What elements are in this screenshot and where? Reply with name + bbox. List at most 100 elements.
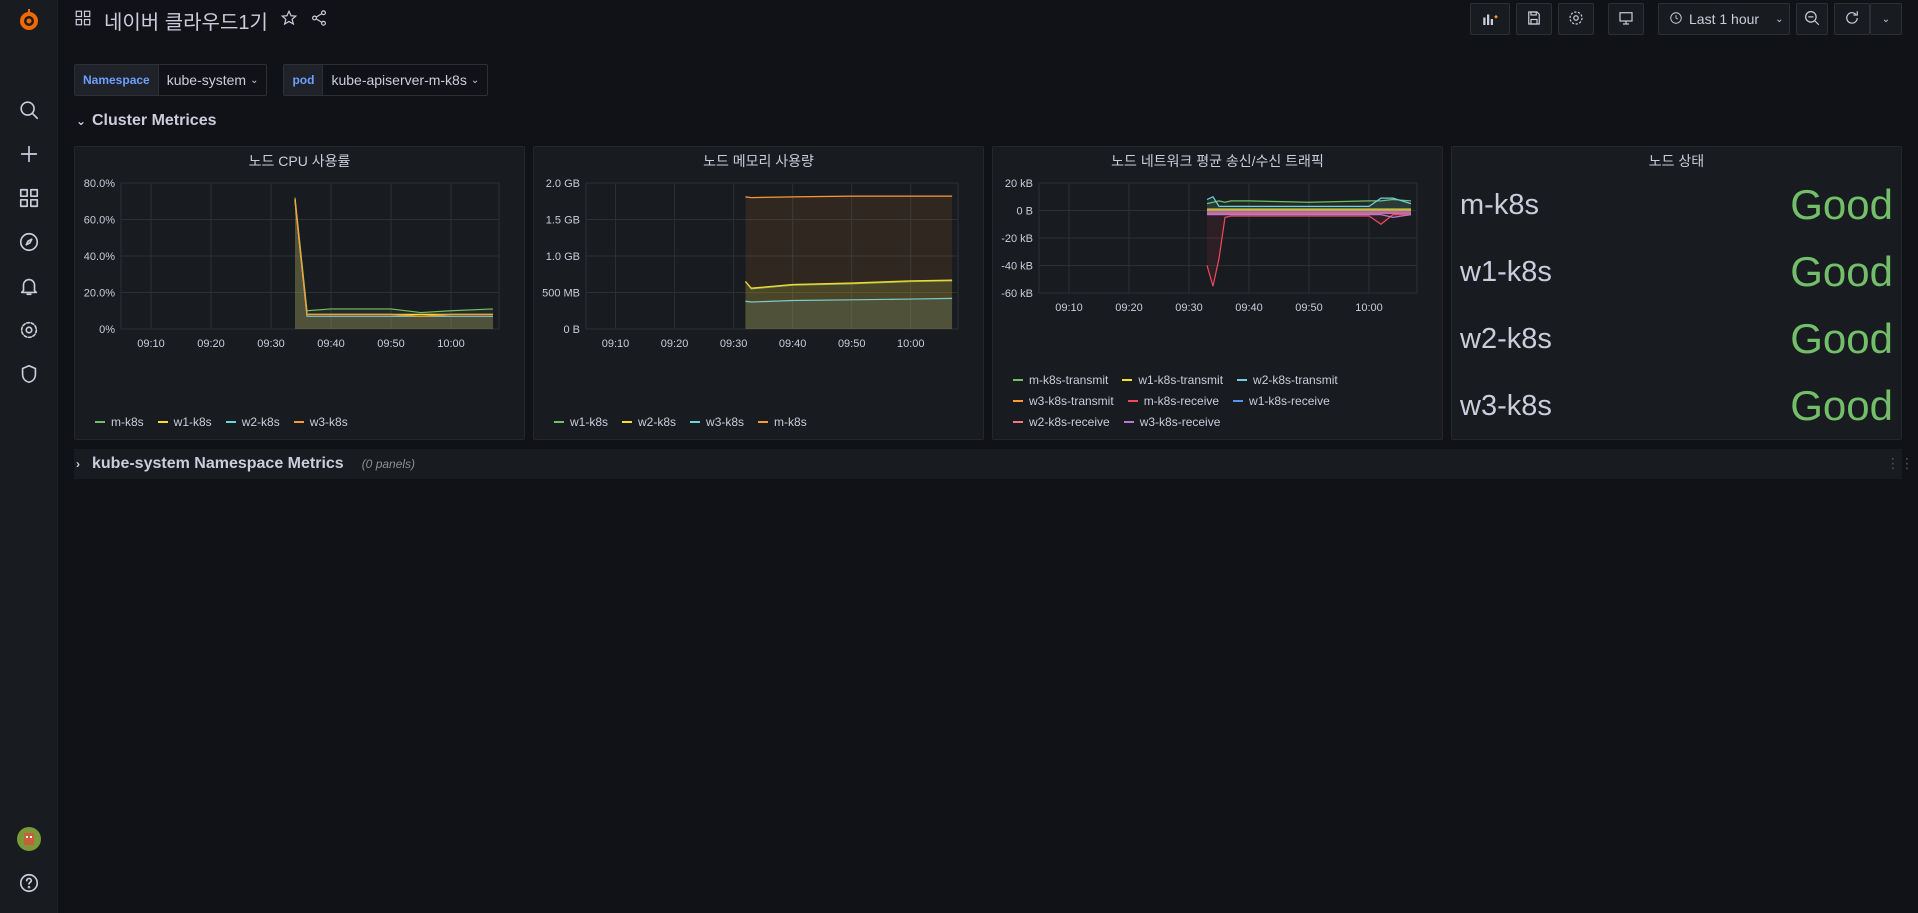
status-node-name: w3-k8s: [1460, 389, 1552, 422]
explore-compass-icon[interactable]: [17, 230, 41, 254]
legend-item[interactable]: w1-k8s-receive: [1233, 390, 1330, 411]
time-picker-button[interactable]: Last 1 hour ⌄: [1658, 3, 1790, 35]
dashboard-title[interactable]: 네이버 클라우드1기: [104, 6, 268, 35]
legend-label: m-k8s: [111, 414, 144, 429]
y-tick-label: 20 kB: [1005, 178, 1033, 190]
y-tick-label: 0 B: [563, 324, 580, 336]
panel-node-network[interactable]: 노드 네트워크 평균 송신/수신 트래픽 20 kB 0 B -20 kB -40 k…: [992, 146, 1443, 440]
configuration-gear-icon[interactable]: [17, 318, 41, 342]
grafana-logo-icon[interactable]: [17, 8, 41, 32]
share-icon[interactable]: [310, 9, 328, 32]
legend-swatch: [1123, 420, 1134, 423]
row-namespace-metrics[interactable]: › kube-system Namespace Metrics (0 panel…: [74, 449, 1914, 479]
row-title: kube-system Namespace Metrics: [92, 455, 344, 472]
search-icon[interactable]: [17, 98, 41, 122]
x-tick-label: 09:30: [1175, 302, 1203, 314]
legend-item[interactable]: w3-k8s: [690, 411, 744, 432]
legend-item[interactable]: w1-k8s-transmit: [1122, 369, 1223, 390]
refresh-button[interactable]: [1834, 3, 1870, 35]
legend-item[interactable]: w1-k8s: [554, 411, 608, 432]
legend-item[interactable]: w2-k8s-transmit: [1237, 369, 1338, 390]
dashboards-icon[interactable]: [17, 186, 41, 210]
status-value: Good: [1790, 315, 1893, 362]
x-tick-label: 09:20: [197, 338, 225, 350]
series-line: [294, 199, 493, 315]
legend-item[interactable]: w2-k8s-receive: [1013, 411, 1110, 432]
alerting-bell-icon[interactable]: [17, 274, 41, 298]
legend-label: w1-k8s-receive: [1249, 393, 1330, 408]
help-icon[interactable]: [17, 871, 41, 895]
create-plus-icon[interactable]: [17, 142, 41, 166]
chevron-down-icon: ⌄: [250, 74, 259, 86]
legend-item[interactable]: w3-k8s: [293, 411, 348, 432]
status-row-w3-k8s: w3-k8s Good: [1460, 376, 1893, 436]
panel-node-memory[interactable]: 노드 메모리 사용량 2.0 GB 1.5 GB 1.0 GB 500 MB 0 B 09…: [533, 146, 984, 440]
row-cluster-metrics[interactable]: ⌄ Cluster Metrices: [76, 112, 217, 130]
zoom-out-button[interactable]: [1796, 3, 1828, 35]
row-title-wrap[interactable]: › kube-system Namespace Metrics (0 panel…: [76, 455, 415, 473]
legend-swatch: [1013, 399, 1023, 402]
panel-node-cpu[interactable]: 노드 CPU 사용률 80.0% 60.0% 40.0% 20.0% 0% 09:10 09…: [74, 146, 525, 440]
pod-select[interactable]: kube-apiserver-m-k8s ⌄: [323, 64, 489, 96]
network-chart: 20 kB 0 B -20 kB -40 kB -60 kB 09:10 09:20 09:3…: [1001, 178, 1418, 314]
status-node-name: m-k8s: [1460, 188, 1539, 221]
legend-item[interactable]: m-k8s: [95, 411, 144, 432]
status-node-name: w1-k8s: [1460, 255, 1552, 288]
y-tick-label: 80.0%: [84, 178, 115, 190]
panel-node-status[interactable]: 노드 상태 m-k8s Good w1-k8s Good w2-k8s Good…: [1451, 146, 1902, 440]
x-tick-label: 09:10: [602, 338, 630, 350]
row-title: Cluster Metrices: [92, 112, 217, 129]
legend-swatch: [758, 420, 769, 423]
legend-item[interactable]: m-k8s-receive: [1127, 390, 1220, 411]
user-avatar[interactable]: [17, 827, 41, 851]
chevron-right-icon: ›: [76, 457, 80, 471]
legend-swatch: [157, 420, 168, 423]
save-dashboard-button[interactable]: [1516, 3, 1552, 35]
add-panel-button[interactable]: [1470, 3, 1510, 35]
legend: m-k8s w1-k8s w2-k8s w3-k8s: [95, 411, 362, 432]
x-tick-label: 10:00: [437, 338, 465, 350]
legend-item[interactable]: w3-k8s-receive: [1123, 411, 1221, 432]
legend-item[interactable]: m-k8s: [758, 411, 807, 432]
series-line: [294, 201, 493, 317]
legend-label: w3-k8s: [706, 414, 745, 429]
legend-item[interactable]: m-k8s-transmit: [1013, 369, 1108, 390]
dashboard-main: 네이버 클라우드1기 Last 1 hour ⌄ ⌄ Namespace kub…: [58, 0, 1918, 913]
legend-swatch: [690, 420, 701, 423]
legend-swatch: [1233, 399, 1244, 402]
chevron-down-icon: ⌄: [76, 114, 87, 128]
zoom-out-icon: [1803, 9, 1821, 30]
status-value: Good: [1790, 382, 1893, 429]
legend-label: m-k8s: [774, 414, 807, 429]
status-row-w1-k8s: w1-k8s Good: [1460, 242, 1893, 302]
legend-item[interactable]: w3-k8s-transmit: [1013, 390, 1114, 411]
y-tick-label: 0 B: [1016, 206, 1033, 218]
star-icon[interactable]: [280, 9, 298, 32]
legend-label: m-k8s-receive: [1143, 393, 1220, 408]
drag-handle-icon[interactable]: ⋮⋮: [1886, 455, 1914, 475]
legend-label: w3-k8s-receive: [1139, 414, 1221, 429]
x-tick-label: 09:50: [1295, 302, 1323, 314]
server-admin-shield-icon[interactable]: [17, 362, 41, 386]
legend-label: w3-k8s-transmit: [1029, 393, 1114, 408]
legend-item[interactable]: w1-k8s: [157, 411, 212, 432]
legend-swatch: [622, 420, 633, 423]
gear-icon: [1567, 9, 1585, 30]
legend-swatch: [1237, 378, 1248, 381]
refresh-interval-dropdown[interactable]: ⌄: [1870, 3, 1902, 35]
status-value: Good: [1790, 248, 1893, 295]
cpu-chart: 80.0% 60.0% 40.0% 20.0% 0% 09:10 09:20 09:30 09:…: [84, 178, 500, 350]
status-node-name: w2-k8s: [1460, 322, 1552, 355]
dashboard-settings-button[interactable]: [1558, 3, 1594, 35]
namespace-select[interactable]: kube-system ⌄: [158, 64, 268, 96]
y-tick-label: 40.0%: [84, 251, 115, 263]
legend-swatch: [293, 420, 304, 423]
legend-item[interactable]: w2-k8s: [225, 411, 280, 432]
y-tick-label: -20 kB: [1001, 233, 1033, 245]
y-tick-label: 1.5 GB: [546, 215, 580, 227]
x-tick-label: 09:20: [661, 338, 689, 350]
cycle-view-mode-button[interactable]: [1608, 3, 1644, 35]
y-tick-label: 1.0 GB: [546, 251, 580, 263]
panel-title: 노드 상태: [1648, 153, 1705, 169]
legend-item[interactable]: w2-k8s: [622, 411, 676, 432]
